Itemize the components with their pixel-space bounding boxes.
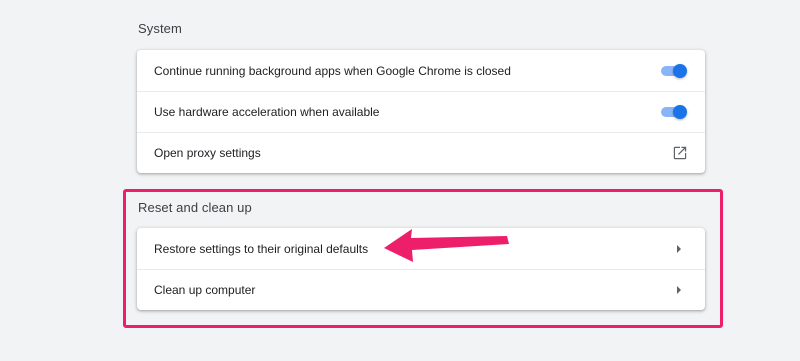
system-settings-card: Continue running background apps when Go…	[137, 50, 705, 173]
reset-settings-card: Restore settings to their original defau…	[137, 228, 705, 310]
proxy-settings-label: Open proxy settings	[154, 146, 261, 160]
toggle-knob	[673, 105, 687, 119]
toggle-knob	[673, 63, 687, 78]
system-section-title: System	[138, 21, 182, 36]
hardware-acceleration-label: Use hardware acceleration when available	[154, 105, 380, 119]
restore-defaults-label: Restore settings to their original defau…	[154, 241, 369, 256]
background-apps-row[interactable]: Continue running background apps when Go…	[137, 50, 705, 91]
reset-section-title: Reset and clean up	[138, 200, 252, 215]
restore-defaults-row[interactable]: Restore settings to their original defau…	[137, 228, 705, 269]
clean-up-computer-label: Clean up computer	[154, 283, 256, 297]
background-apps-label: Continue running background apps when Go…	[154, 63, 511, 78]
chevron-right-icon[interactable]	[677, 286, 681, 294]
hardware-acceleration-row[interactable]: Use hardware acceleration when available	[137, 91, 705, 132]
chevron-right-icon[interactable]	[677, 244, 681, 253]
proxy-settings-row[interactable]: Open proxy settings	[137, 132, 705, 173]
open-in-new-icon[interactable]	[673, 146, 687, 160]
background-apps-toggle[interactable]	[661, 63, 687, 78]
clean-up-computer-row[interactable]: Clean up computer	[137, 269, 705, 310]
hardware-acceleration-toggle[interactable]	[661, 105, 687, 119]
